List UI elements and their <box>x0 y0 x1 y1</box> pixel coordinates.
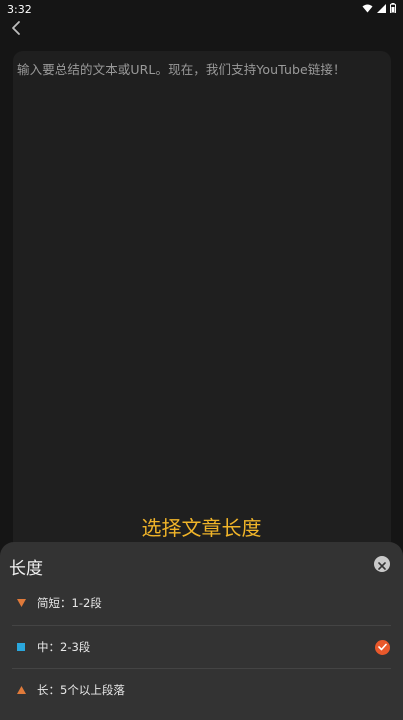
sheet-title: 长度 <box>9 559 43 579</box>
option-medium-label: 中：2-3段 <box>37 640 91 654</box>
option-long[interactable]: 长：5个以上段落 <box>0 669 403 711</box>
close-button[interactable] <box>374 556 390 572</box>
text-input-placeholder: 输入要总结的文本或URL。现在，我们支持YouTube链接！ <box>17 62 346 77</box>
option-short[interactable]: 简短：1-2段 <box>0 582 403 624</box>
back-button[interactable] <box>6 20 26 40</box>
status-bar: 3:32 <box>0 0 403 18</box>
triangle-down-icon <box>16 598 26 608</box>
signal-icon <box>377 3 386 16</box>
option-medium[interactable]: 中：2-3段 <box>0 626 403 668</box>
status-icons <box>362 2 396 16</box>
wifi-icon <box>362 3 373 16</box>
triangle-up-icon <box>16 685 26 695</box>
status-time: 3:32 <box>7 2 32 16</box>
option-short-label: 简短：1-2段 <box>37 596 102 610</box>
close-icon <box>378 555 386 574</box>
square-icon <box>16 642 26 652</box>
check-icon <box>375 639 390 655</box>
chevron-left-icon <box>10 20 22 40</box>
text-input[interactable]: 输入要总结的文本或URL。现在，我们支持YouTube链接！ <box>13 51 391 551</box>
length-prompt-title: 选择文章长度 <box>141 516 262 540</box>
battery-icon <box>390 2 396 16</box>
length-bottom-sheet: 长度 简短：1-2段 中：2-3段 长：5个以上段落 <box>0 542 403 720</box>
option-long-label: 长：5个以上段落 <box>37 683 125 697</box>
